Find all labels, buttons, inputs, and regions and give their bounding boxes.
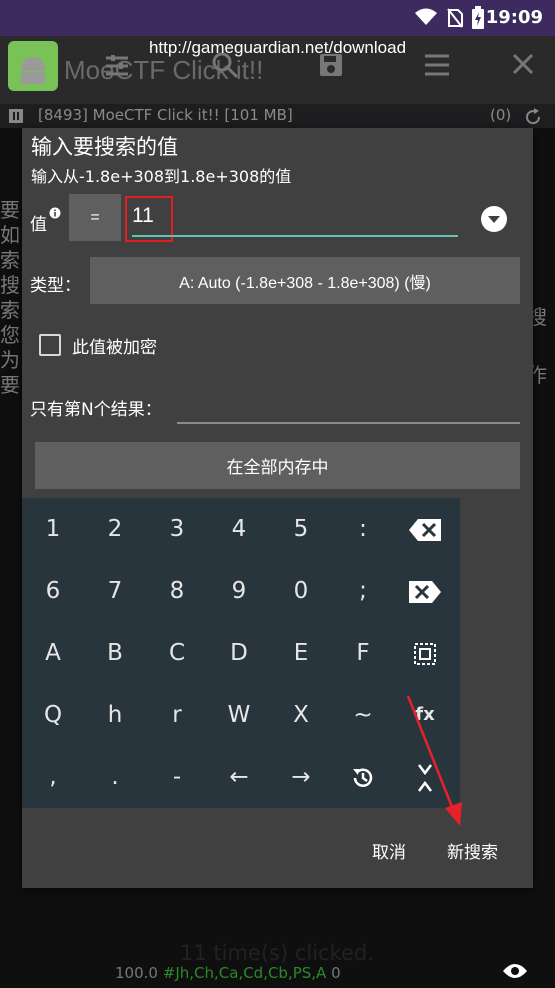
status-line-count: 0	[331, 964, 341, 982]
key-colon[interactable]: :	[332, 498, 394, 560]
dialog-title: 输入要搜索的值	[31, 135, 178, 159]
process-bar: [8493] MoeCTF Click it!! [101 MB] (0)	[0, 104, 555, 128]
status-line: 100.0 #Jh,Ch,Ca,Cd,Cb,PS,A 0	[115, 964, 341, 982]
click-count-text: 11 time(s) clicked.	[180, 941, 374, 965]
key-E[interactable]: E	[270, 622, 332, 684]
bg-char: 搜	[0, 273, 20, 297]
key-semicolon[interactable]: ;	[332, 560, 394, 622]
history-dropdown-icon[interactable]	[480, 205, 508, 237]
value-input[interactable]: 11	[132, 204, 154, 228]
key-X[interactable]: X	[270, 684, 332, 746]
key-tilde[interactable]: ~	[332, 684, 394, 746]
value-input-underline	[132, 235, 458, 237]
battery-charging-icon	[471, 6, 485, 34]
clear-key[interactable]	[394, 560, 456, 622]
key-W[interactable]: W	[208, 684, 270, 746]
backspace-key[interactable]	[394, 498, 456, 560]
status-line-prefix: 100.0	[115, 964, 158, 982]
pause-icon[interactable]	[8, 109, 24, 127]
nth-result-input[interactable]	[177, 422, 520, 424]
eye-icon[interactable]	[502, 962, 528, 984]
key-8[interactable]: 8	[146, 560, 208, 622]
bg-char: 为	[0, 348, 20, 372]
cursor-left-key[interactable]: ←	[208, 746, 270, 808]
url-banner: http://gameguardian.net/download	[148, 38, 407, 57]
new-search-button[interactable]: 新搜索	[447, 838, 498, 863]
wifi-icon	[415, 8, 437, 30]
key-5[interactable]: 5	[270, 498, 332, 560]
info-icon[interactable]	[49, 204, 61, 223]
bg-char: 索	[0, 248, 20, 272]
value-label: 值	[30, 215, 47, 235]
key-minus[interactable]: -	[146, 746, 208, 808]
key-comma[interactable]: ,	[22, 746, 84, 808]
process-count: (0)	[490, 106, 512, 124]
annotation-arrow	[406, 695, 462, 826]
memory-range-button[interactable]: 在全部内存中	[35, 442, 520, 489]
nth-result-label: 只有第N个结果：	[30, 400, 162, 420]
status-bar: 19:09	[0, 0, 555, 36]
history-icon	[353, 768, 373, 787]
bg-char: 索	[0, 298, 20, 322]
status-line-hash: #	[162, 964, 176, 982]
select-all-icon	[414, 642, 436, 665]
key-2[interactable]: 2	[84, 498, 146, 560]
key-1[interactable]: 1	[22, 498, 84, 560]
key-3[interactable]: 3	[146, 498, 208, 560]
key-7[interactable]: 7	[84, 560, 146, 622]
key-4[interactable]: 4	[208, 498, 270, 560]
key-Q[interactable]: Q	[22, 684, 84, 746]
clear-icon	[409, 580, 441, 603]
key-period[interactable]: .	[84, 746, 146, 808]
key-r[interactable]: r	[146, 684, 208, 746]
encrypted-label[interactable]: 此值被加密	[72, 333, 157, 358]
cursor-right-key[interactable]: →	[270, 746, 332, 808]
key-C[interactable]: C	[146, 622, 208, 684]
type-label: 类型：	[30, 276, 81, 296]
status-time: 19:09	[485, 7, 543, 28]
bg-char: 如	[0, 223, 20, 247]
key-B[interactable]: B	[84, 622, 146, 684]
key-h[interactable]: h	[84, 684, 146, 746]
bg-char: 要	[0, 373, 20, 397]
encrypted-checkbox[interactable]	[39, 334, 61, 356]
operator-button[interactable]: =	[69, 194, 121, 241]
key-F[interactable]: F	[332, 622, 394, 684]
key-6[interactable]: 6	[22, 560, 84, 622]
key-0[interactable]: 0	[270, 560, 332, 622]
bg-char: 要	[0, 198, 20, 222]
select-all-key[interactable]	[394, 622, 456, 684]
no-sim-icon	[447, 8, 463, 32]
process-name[interactable]: [8493] MoeCTF Click it!! [101 MB]	[38, 106, 293, 124]
key-D[interactable]: D	[208, 622, 270, 684]
key-A[interactable]: A	[22, 622, 84, 684]
status-line-regions: Jh,Ch,Ca,Cd,Cb,PS,A	[175, 964, 327, 982]
background-text: 要 如 索 搜 索 您 为 要	[0, 198, 22, 398]
backspace-icon	[409, 518, 441, 541]
cancel-button[interactable]: 取消	[372, 838, 406, 863]
dialog-subtitle: 输入从-1.8e+308到1.8e+308的值	[31, 167, 292, 186]
custom-keyboard: 1 2 3 4 5 : 6 7 8 9 0 ; A B C D E F Q h …	[22, 498, 460, 808]
history-key[interactable]	[332, 746, 394, 808]
bg-char: 您	[0, 323, 20, 347]
type-select-button[interactable]: A: Auto (-1.8e+308 - 1.8e+308) (慢)	[90, 257, 520, 304]
key-9[interactable]: 9	[208, 560, 270, 622]
